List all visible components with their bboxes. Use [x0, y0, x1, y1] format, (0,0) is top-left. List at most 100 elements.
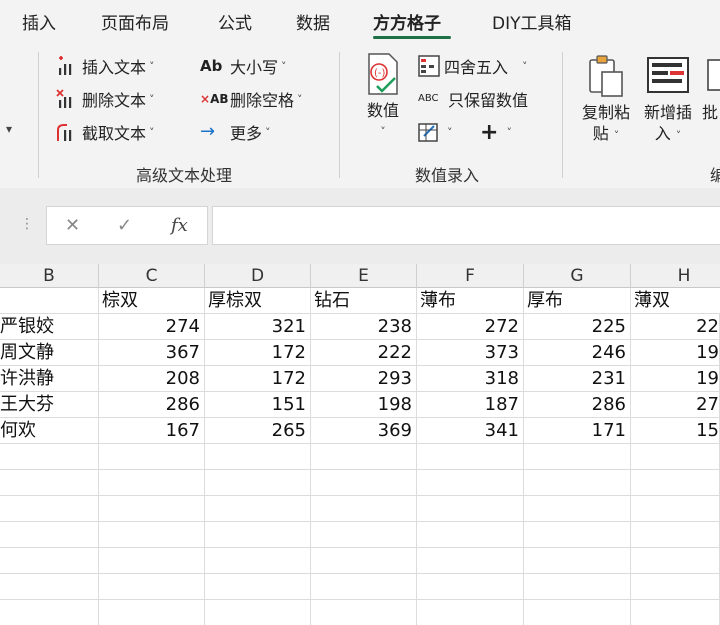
cell[interactable]: 19: [631, 340, 720, 366]
cell[interactable]: [417, 548, 524, 574]
cell[interactable]: 231: [524, 366, 631, 392]
cell[interactable]: [205, 522, 311, 548]
tab-diy-toolbox[interactable]: DIY工具箱: [492, 9, 572, 34]
extract-text-button[interactable]: 截取文本 ˅: [56, 118, 155, 146]
tab-formulas[interactable]: 公式: [218, 9, 252, 34]
new-insert-button[interactable]: 新增插 入 ˅: [638, 54, 698, 146]
column-header-f[interactable]: F: [417, 264, 524, 288]
cell[interactable]: [417, 522, 524, 548]
cell[interactable]: [311, 444, 417, 470]
cell[interactable]: [631, 496, 720, 522]
cell[interactable]: [311, 600, 417, 625]
cell[interactable]: [0, 444, 99, 470]
cell[interactable]: 367: [99, 340, 205, 366]
cell[interactable]: 周文静: [0, 340, 99, 366]
round-button[interactable]: 四舍五入 ˅: [418, 52, 528, 80]
cell[interactable]: [631, 574, 720, 600]
cell[interactable]: [631, 548, 720, 574]
insert-text-button[interactable]: 插入文本 ˅: [56, 52, 155, 80]
column-header-b[interactable]: B: [0, 264, 99, 288]
cell[interactable]: [0, 574, 99, 600]
more-button[interactable]: → 更多 ˅: [200, 118, 271, 146]
tab-fangfang-gezi[interactable]: 方方格子: [373, 9, 441, 34]
cell[interactable]: 272: [417, 314, 524, 340]
batch-button[interactable]: 批: [702, 54, 720, 123]
cell[interactable]: [631, 470, 720, 496]
cell[interactable]: [524, 522, 631, 548]
cell[interactable]: [99, 496, 205, 522]
cell[interactable]: [311, 496, 417, 522]
more-options-icon[interactable]: ⋮: [20, 216, 34, 232]
change-case-button[interactable]: Ab 大小写 ˅: [200, 52, 287, 80]
cell[interactable]: 薄双: [631, 288, 720, 314]
formula-input[interactable]: [212, 206, 720, 245]
copy-paste-button[interactable]: 复制粘 贴 ˅: [576, 54, 636, 146]
cell[interactable]: 厚棕双: [205, 288, 311, 314]
column-header-c[interactable]: C: [99, 264, 205, 288]
cell[interactable]: [99, 574, 205, 600]
cell[interactable]: 厚布: [524, 288, 631, 314]
column-header-h[interactable]: H: [631, 264, 720, 288]
cell[interactable]: 167: [99, 418, 205, 444]
cell[interactable]: 19: [631, 366, 720, 392]
cell[interactable]: 钻石: [311, 288, 417, 314]
tab-page-layout[interactable]: 页面布局: [101, 9, 169, 34]
cell[interactable]: 严银姣: [0, 314, 99, 340]
cell[interactable]: [0, 600, 99, 625]
cell[interactable]: [631, 444, 720, 470]
tab-data[interactable]: 数据: [296, 9, 330, 34]
column-header-e[interactable]: E: [311, 264, 417, 288]
cell[interactable]: 293: [311, 366, 417, 392]
delete-text-button[interactable]: 删除文本 ˅: [56, 85, 155, 113]
cell[interactable]: [524, 548, 631, 574]
cell[interactable]: 许洪静: [0, 366, 99, 392]
cell[interactable]: [524, 496, 631, 522]
cell[interactable]: 王大芬: [0, 392, 99, 418]
number-format-button[interactable]: ˅: [418, 118, 453, 146]
cell[interactable]: 198: [311, 392, 417, 418]
cell[interactable]: [205, 600, 311, 625]
cell[interactable]: 172: [205, 340, 311, 366]
tab-insert[interactable]: 插入: [22, 9, 56, 34]
cell[interactable]: 341: [417, 418, 524, 444]
cell[interactable]: [524, 600, 631, 625]
cell[interactable]: [631, 522, 720, 548]
confirm-icon[interactable]: ✓: [117, 215, 132, 236]
cell[interactable]: [99, 600, 205, 625]
cell[interactable]: 151: [205, 392, 311, 418]
cell[interactable]: [205, 548, 311, 574]
cell[interactable]: [205, 574, 311, 600]
cell[interactable]: [0, 548, 99, 574]
column-header-g[interactable]: G: [524, 264, 631, 288]
number-value-button[interactable]: (-) 数值 ˅: [358, 52, 408, 142]
cell[interactable]: 225: [524, 314, 631, 340]
cell[interactable]: 何欢: [0, 418, 99, 444]
cell[interactable]: [631, 600, 720, 625]
cell[interactable]: 187: [417, 392, 524, 418]
cell[interactable]: 274: [99, 314, 205, 340]
cell[interactable]: [524, 444, 631, 470]
cell[interactable]: 棕双: [99, 288, 205, 314]
cell[interactable]: [99, 522, 205, 548]
cell[interactable]: 373: [417, 340, 524, 366]
keep-number-button[interactable]: ABC 只保留数值: [418, 85, 528, 113]
cell[interactable]: [99, 444, 205, 470]
cell[interactable]: 172: [205, 366, 311, 392]
cell[interactable]: [417, 600, 524, 625]
cancel-icon[interactable]: ✕: [65, 215, 80, 236]
cell[interactable]: 171: [524, 418, 631, 444]
cell[interactable]: [205, 470, 311, 496]
cell[interactable]: [205, 444, 311, 470]
cell[interactable]: 薄布: [417, 288, 524, 314]
cell[interactable]: [0, 470, 99, 496]
column-header-d[interactable]: D: [205, 264, 311, 288]
cell[interactable]: [311, 522, 417, 548]
cell[interactable]: 246: [524, 340, 631, 366]
cell[interactable]: [205, 496, 311, 522]
cell[interactable]: 27: [631, 392, 720, 418]
cell[interactable]: 222: [311, 340, 417, 366]
cell[interactable]: [0, 522, 99, 548]
cell[interactable]: [524, 470, 631, 496]
cell[interactable]: [311, 470, 417, 496]
cell[interactable]: 208: [99, 366, 205, 392]
